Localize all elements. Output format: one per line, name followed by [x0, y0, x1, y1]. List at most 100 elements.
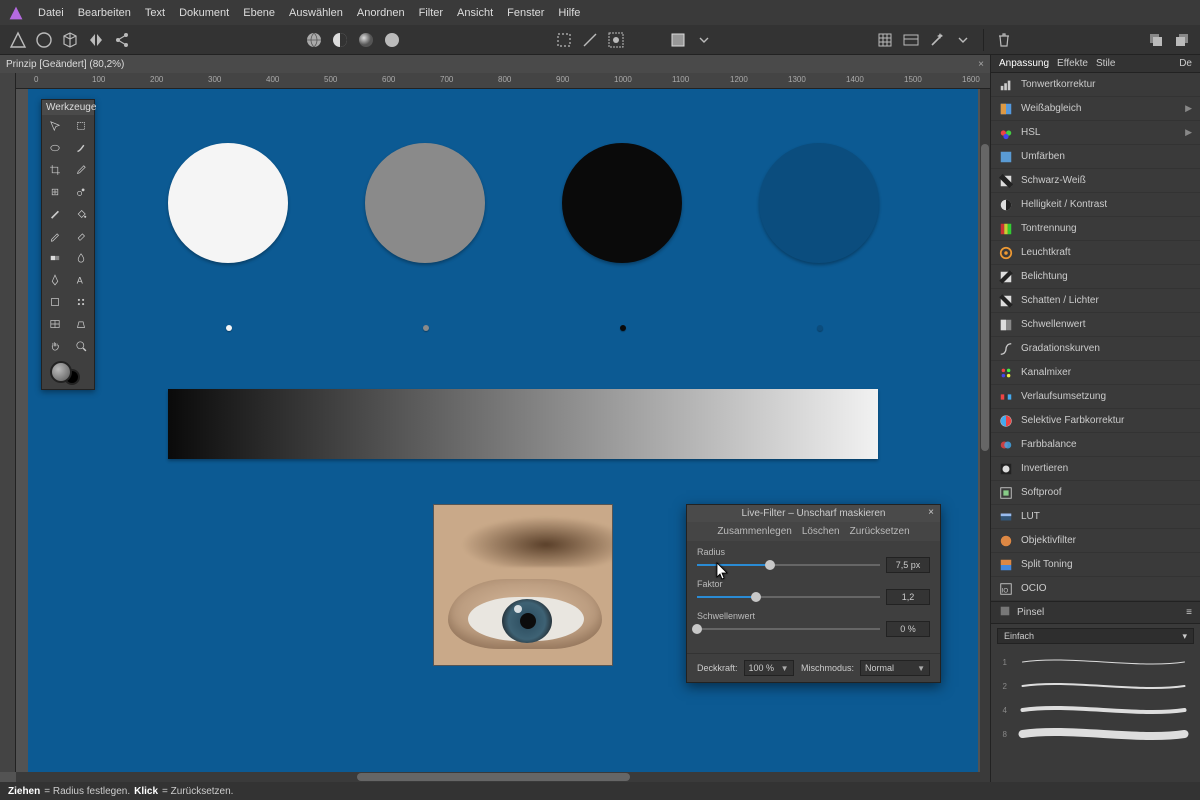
adjustment-item[interactable]: Verlaufsumsetzung — [991, 385, 1200, 409]
document-tab[interactable]: Prinzip [Geändert] (80,2%) × — [0, 55, 990, 73]
adjustment-item[interactable]: Split Toning — [991, 553, 1200, 577]
gradient-rectangle[interactable] — [168, 389, 878, 459]
text-tool-icon[interactable]: A — [68, 269, 94, 291]
brush-preset[interactable]: 2 — [997, 674, 1194, 698]
shape-tool-icon[interactable] — [42, 291, 68, 313]
move-tool-icon[interactable] — [42, 115, 68, 137]
clone-tool-icon[interactable] — [68, 181, 94, 203]
mesh-tool-icon[interactable] — [68, 291, 94, 313]
adjustment-item[interactable]: Umfärben — [991, 145, 1200, 169]
canvas-circle[interactable] — [759, 143, 879, 263]
brush-preset[interactable]: 8 — [997, 722, 1194, 746]
selection-dashed-icon[interactable] — [554, 30, 574, 50]
drop-tool-icon[interactable] — [68, 247, 94, 269]
share-icon[interactable] — [112, 30, 132, 50]
expand-icon[interactable]: ▶ — [1185, 103, 1192, 114]
canvas-dot[interactable] — [620, 325, 626, 331]
dialog-reset-button[interactable]: Zurücksetzen — [850, 526, 910, 537]
adjustment-item[interactable]: HSL▶ — [991, 121, 1200, 145]
brush-tool-icon[interactable] — [68, 137, 94, 159]
eye-image[interactable] — [433, 504, 613, 666]
sphere-shaded-icon[interactable] — [356, 30, 376, 50]
card-icon[interactable] — [901, 30, 921, 50]
gradient-tool-icon[interactable] — [42, 247, 68, 269]
lasso-tool-icon[interactable] — [42, 137, 68, 159]
color-swatch[interactable] — [42, 357, 94, 389]
eyedropper-tool-icon[interactable] — [68, 159, 94, 181]
menu-text[interactable]: Text — [145, 7, 165, 19]
brush-preset[interactable]: 1 — [997, 650, 1194, 674]
zoom-tool-icon[interactable] — [68, 335, 94, 357]
quicklook-square-icon[interactable] — [668, 30, 688, 50]
adjustment-item[interactable]: LUT — [991, 505, 1200, 529]
layer-stack-2-icon[interactable] — [1172, 30, 1192, 50]
hand-tool-icon[interactable] — [42, 335, 68, 357]
dropdown-icon[interactable] — [694, 30, 714, 50]
node-tool-icon[interactable] — [68, 115, 94, 137]
adjustment-item[interactable]: Belichtung — [991, 265, 1200, 289]
dialog-titlebar[interactable]: Live-Filter – Unscharf maskieren × — [687, 505, 940, 522]
adjustment-item[interactable]: Schwellenwert — [991, 313, 1200, 337]
paint-tool-icon[interactable] — [42, 203, 68, 225]
adjustment-item[interactable]: Leuchtkraft — [991, 241, 1200, 265]
close-icon[interactable]: × — [978, 59, 984, 70]
perspective-tool-icon[interactable] — [68, 313, 94, 335]
canvas-circle[interactable] — [562, 143, 682, 263]
menu-edit[interactable]: Bearbeiten — [78, 7, 131, 19]
adjustment-item[interactable]: Helligkeit / Kontrast — [991, 193, 1200, 217]
viewport[interactable]: Werkzeuge A — [16, 89, 990, 772]
adjustment-item[interactable]: Selektive Farbkorrektur — [991, 409, 1200, 433]
factor-slider[interactable] — [697, 590, 880, 604]
fill-tool-icon[interactable] — [68, 203, 94, 225]
tab-extra[interactable]: De — [1179, 58, 1192, 69]
canvas-dot[interactable] — [423, 325, 429, 331]
canvas-dot[interactable] — [226, 325, 232, 331]
adjustment-item[interactable]: Tonwertkorrektur — [991, 73, 1200, 97]
menu-view[interactable]: Ansicht — [457, 7, 493, 19]
dropdown-icon-2[interactable] — [953, 30, 973, 50]
factor-value[interactable]: 1,2 — [886, 589, 930, 605]
radius-slider[interactable] — [697, 558, 880, 572]
adjustment-item[interactable]: Farbbalance — [991, 433, 1200, 457]
expand-icon[interactable]: ▶ — [1185, 127, 1192, 138]
tab-styles[interactable]: Stile — [1096, 58, 1115, 69]
horizontal-scrollbar[interactable] — [16, 772, 990, 782]
flip-horizontal-icon[interactable] — [86, 30, 106, 50]
dialog-merge-button[interactable]: Zusammenlegen — [717, 526, 791, 537]
half-circle-icon[interactable] — [330, 30, 350, 50]
menu-filter[interactable]: Filter — [419, 7, 443, 19]
menu-file[interactable]: Datei — [38, 7, 64, 19]
radius-value[interactable]: 7,5 px — [886, 557, 930, 573]
tab-effects[interactable]: Effekte — [1057, 58, 1088, 69]
brush-category-select[interactable]: Einfach ▾ — [997, 628, 1194, 644]
sphere-lines-icon[interactable] — [304, 30, 324, 50]
adjustment-item[interactable]: Gradationskurven — [991, 337, 1200, 361]
menu-layer[interactable]: Ebene — [243, 7, 275, 19]
refine-selection-icon[interactable] — [606, 30, 626, 50]
layer-stack-1-icon[interactable] — [1146, 30, 1166, 50]
tab-adjustments[interactable]: Anpassung — [999, 58, 1049, 69]
crop-tool-icon[interactable] — [42, 159, 68, 181]
heal-tool-icon[interactable] — [42, 181, 68, 203]
app-triangle-icon[interactable] — [8, 30, 28, 50]
menu-document[interactable]: Dokument — [179, 7, 229, 19]
blend-select[interactable]: Normal▼ — [860, 660, 930, 676]
circle-outline-icon[interactable] — [34, 30, 54, 50]
menu-help[interactable]: Hilfe — [558, 7, 580, 19]
adjustment-item[interactable]: Invertieren — [991, 457, 1200, 481]
menu-window[interactable]: Fenster — [507, 7, 544, 19]
tools-panel[interactable]: Werkzeuge A — [41, 99, 95, 390]
assistant-wand-icon[interactable] — [927, 30, 947, 50]
adjustment-item[interactable]: Weißabgleich▶ — [991, 97, 1200, 121]
adjustment-item[interactable]: Tontrennung — [991, 217, 1200, 241]
adjustment-item[interactable]: IOOCIO — [991, 577, 1200, 601]
threshold-slider[interactable] — [697, 622, 880, 636]
threshold-value[interactable]: 0 % — [886, 621, 930, 637]
adjustment-item[interactable]: Softproof — [991, 481, 1200, 505]
cube-icon[interactable] — [60, 30, 80, 50]
opacity-select[interactable]: 100 %▼ — [744, 660, 794, 676]
live-filter-dialog[interactable]: Live-Filter – Unscharf maskieren × Zusam… — [686, 504, 941, 683]
dialog-delete-button[interactable]: Löschen — [802, 526, 840, 537]
brush-preset[interactable]: 4 — [997, 698, 1194, 722]
grid-icon[interactable] — [875, 30, 895, 50]
